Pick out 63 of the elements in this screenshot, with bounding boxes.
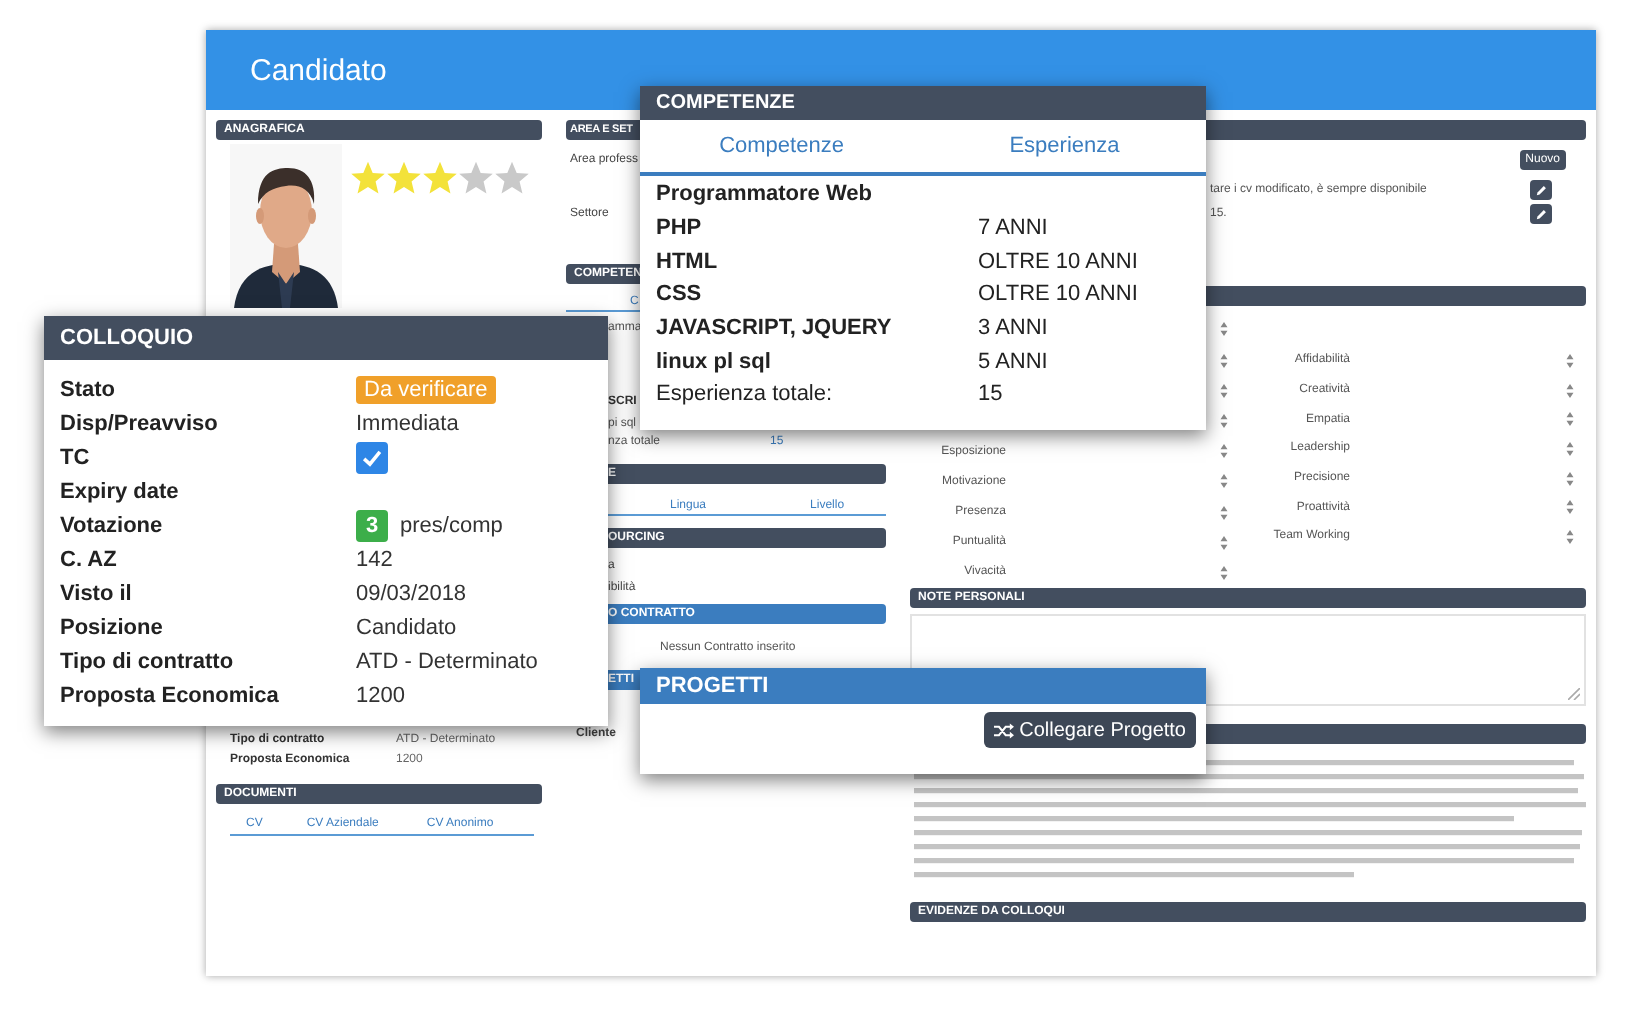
star-icon <box>386 160 422 196</box>
sort-icon[interactable] <box>1220 383 1228 398</box>
experience-value: 15 <box>978 382 1005 407</box>
sort-icon[interactable] <box>1220 505 1228 520</box>
field-label: Visto il <box>60 581 134 605</box>
sort-icon[interactable] <box>1220 414 1228 429</box>
field-value: Candidato <box>356 615 457 639</box>
field-label: TC <box>60 445 92 469</box>
sort-icon[interactable] <box>1220 565 1228 580</box>
star-icon <box>458 160 494 196</box>
sort-icon[interactable] <box>1566 500 1574 515</box>
field-value: 1200 <box>356 683 405 707</box>
sort-icon[interactable] <box>1220 353 1228 368</box>
skill-name: PHP <box>656 216 704 241</box>
skill-name: linux pl sql <box>656 349 773 374</box>
sort-icon[interactable] <box>1220 535 1228 550</box>
experience-value: 5 ANNI <box>978 349 1050 374</box>
link-project-button[interactable]: Collegare Progetto <box>983 712 1196 748</box>
experience-value: 3 ANNI <box>978 316 1050 341</box>
column-header: Esperienza <box>1007 134 1122 158</box>
star-icon <box>494 160 530 196</box>
field-value: pres/comp <box>400 513 503 537</box>
score-badge: 3 <box>356 509 388 541</box>
experience-value: 7 ANNI <box>978 216 1050 241</box>
status-badge: Da verificare <box>356 375 496 403</box>
field-label: Proposta Economica <box>60 683 281 707</box>
field-label: Tipo di contratto <box>60 649 236 673</box>
sort-icon[interactable] <box>1566 441 1574 456</box>
field-label: Votazione <box>60 513 165 537</box>
edit-button[interactable] <box>1530 204 1552 224</box>
skill-name: Programmatore Web <box>656 182 874 207</box>
field-value: 09/03/2018 <box>356 581 467 605</box>
edit-button[interactable] <box>1530 180 1552 200</box>
field-label: Disp/Preavviso <box>60 411 220 435</box>
experience-value: OLTRE 10 ANNI <box>978 249 1140 274</box>
field-value: 142 <box>356 547 393 571</box>
field-label: C. AZ <box>60 547 119 571</box>
skill-name: CSS <box>656 282 704 307</box>
field-value: ATD - Determinato <box>356 649 538 673</box>
skill-name: Esperienza totale: <box>656 382 835 407</box>
sort-icon[interactable] <box>1220 321 1228 336</box>
experience-value: OLTRE 10 ANNI <box>978 282 1140 307</box>
sort-icon[interactable] <box>1566 529 1574 544</box>
popup-header: COLLOQUIO <box>44 316 608 360</box>
popup-header: COMPETENZE <box>640 86 1206 120</box>
field-label: Expiry date <box>60 479 181 503</box>
sort-icon[interactable] <box>1566 471 1574 486</box>
sort-icon[interactable] <box>1220 444 1228 459</box>
sort-icon[interactable] <box>1566 383 1574 398</box>
star-icon <box>422 160 458 196</box>
field-label: Posizione <box>60 615 165 639</box>
field-label: Stato <box>60 377 117 401</box>
sort-icon[interactable] <box>1220 474 1228 489</box>
field-value: Immediata <box>356 411 459 435</box>
checkbox[interactable] <box>356 441 388 473</box>
resize-grip-icon <box>1568 688 1580 700</box>
sort-icon[interactable] <box>1566 353 1574 368</box>
star-icon <box>350 160 386 196</box>
sort-icon[interactable] <box>1566 412 1574 427</box>
shuffle-icon <box>993 721 1014 739</box>
skill-name: JAVASCRIPT, JQUERY <box>656 316 894 341</box>
column-header: Competenze <box>717 134 846 158</box>
popup-header: PROGETTI <box>640 668 1206 704</box>
